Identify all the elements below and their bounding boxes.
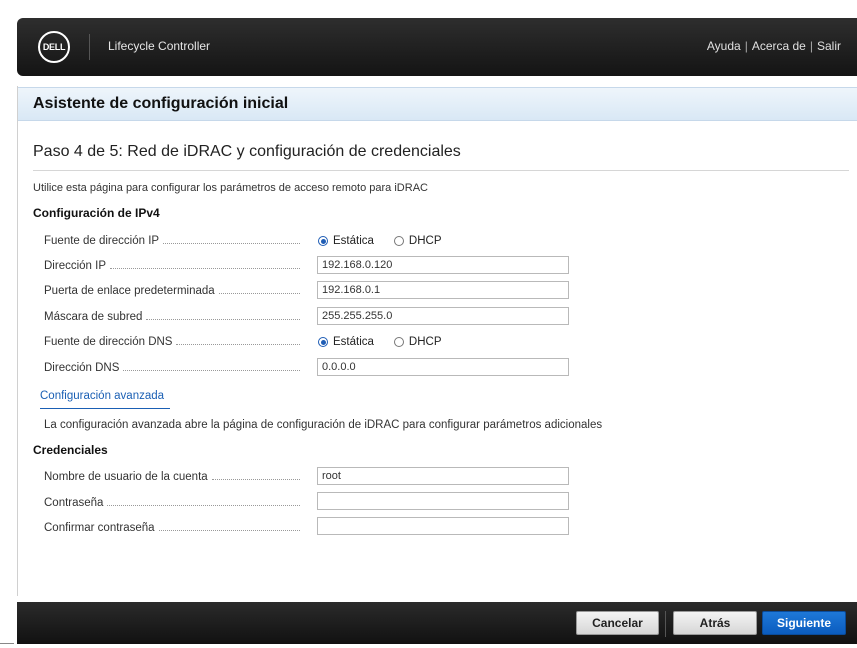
username-input[interactable]: root	[317, 467, 569, 485]
dns-source-label: Fuente de dirección DNS	[44, 334, 300, 350]
label-text: Puerta de enlace predeterminada	[44, 285, 215, 297]
radio-unselected[interactable]	[393, 236, 404, 246]
credentials-section-title: Credenciales	[33, 443, 108, 457]
ip-source-static-option[interactable]: Estática	[318, 235, 374, 247]
app-title: Lifecycle Controller	[108, 39, 211, 53]
corner-mark	[0, 643, 14, 644]
logo-text: DELL	[42, 42, 66, 52]
top-links: Ayuda | Acerca de | Salir	[707, 39, 841, 53]
dns-source-radio-group: Estática DHCP	[318, 334, 462, 350]
confirm-password-label: Confirmar contraseña	[44, 520, 300, 536]
radio-selected[interactable]	[318, 236, 328, 246]
dns-source-static-option[interactable]: Estática	[318, 336, 374, 348]
exit-link[interactable]: Salir	[817, 39, 841, 53]
page-description: Utilice esta página para configurar los …	[33, 182, 428, 194]
link-separator: |	[809, 39, 813, 53]
subnet-label: Máscara de subred	[44, 309, 300, 325]
label-text: Confirmar contraseña	[44, 522, 155, 534]
link-separator: |	[744, 39, 748, 53]
confirm-password-input[interactable]	[317, 517, 569, 535]
advanced-config-link[interactable]: Configuración avanzada	[40, 390, 164, 402]
dns-address-input[interactable]: 0.0.0.0	[317, 358, 569, 376]
label-text: Fuente de dirección DNS	[44, 336, 173, 348]
next-button[interactable]: Siguiente	[762, 611, 846, 635]
gateway-label: Puerta de enlace predeterminada	[44, 283, 300, 299]
header-divider	[89, 34, 90, 60]
dell-logo: DELL	[38, 31, 70, 63]
label-text: Nombre de usuario de la cuenta	[44, 471, 208, 483]
cancel-button[interactable]: Cancelar	[576, 611, 659, 635]
back-button[interactable]: Atrás	[673, 611, 757, 635]
option-label: DHCP	[408, 235, 442, 247]
leader-dots	[146, 318, 300, 320]
leader-dots	[107, 504, 300, 506]
subnet-input[interactable]: 255.255.255.0	[317, 307, 569, 325]
advanced-config-note: La configuración avanzada abre la página…	[44, 419, 603, 431]
help-link[interactable]: Ayuda	[707, 39, 741, 53]
leader-dots	[211, 478, 300, 480]
footer-separator	[665, 611, 666, 637]
label-text: Máscara de subred	[44, 311, 143, 323]
leader-dots	[218, 292, 300, 294]
password-label: Contraseña	[44, 495, 300, 511]
dns-address-label: Dirección DNS	[44, 360, 300, 376]
radio-selected[interactable]	[318, 337, 328, 347]
dns-source-dhcp-option[interactable]: DHCP	[393, 336, 442, 348]
ip-source-dhcp-option[interactable]: DHCP	[393, 235, 442, 247]
leader-dots	[123, 369, 300, 371]
radio-unselected[interactable]	[393, 337, 404, 347]
leader-dots	[158, 529, 300, 531]
gateway-input[interactable]: 192.168.0.1	[317, 281, 569, 299]
label-text: Dirección DNS	[44, 362, 120, 374]
password-input[interactable]	[317, 492, 569, 510]
leader-dots	[110, 267, 300, 269]
top-header-bar: DELL Lifecycle Controller Ayuda | Acerca d…	[17, 18, 857, 76]
wizard-title-bar: Asistente de configuración inicial	[18, 87, 857, 121]
option-label: Estática	[333, 235, 374, 247]
option-label: Estática	[333, 336, 374, 348]
ip-address-label: Dirección IP	[44, 258, 300, 274]
label-text: Contraseña	[44, 497, 104, 509]
ip-address-input[interactable]: 192.168.0.120	[317, 256, 569, 274]
label-text: Dirección IP	[44, 260, 106, 272]
leader-dots	[163, 242, 300, 244]
about-link[interactable]: Acerca de	[752, 39, 806, 53]
leader-dots	[176, 343, 300, 345]
wizard-title: Asistente de configuración inicial	[33, 95, 289, 112]
ip-source-radio-group: Estática DHCP	[318, 233, 462, 249]
ip-source-label: Fuente de dirección IP	[44, 233, 300, 249]
username-label: Nombre de usuario de la cuenta	[44, 469, 300, 485]
step-divider	[33, 170, 849, 171]
ipv4-section-title: Configuración de IPv4	[33, 206, 160, 220]
panel-left-border	[17, 86, 18, 596]
label-text: Fuente de dirección IP	[44, 235, 160, 247]
option-label: DHCP	[408, 336, 442, 348]
advanced-link-underline	[40, 408, 170, 409]
step-title: Paso 4 de 5: Red de iDRAC y configuració…	[33, 143, 461, 160]
